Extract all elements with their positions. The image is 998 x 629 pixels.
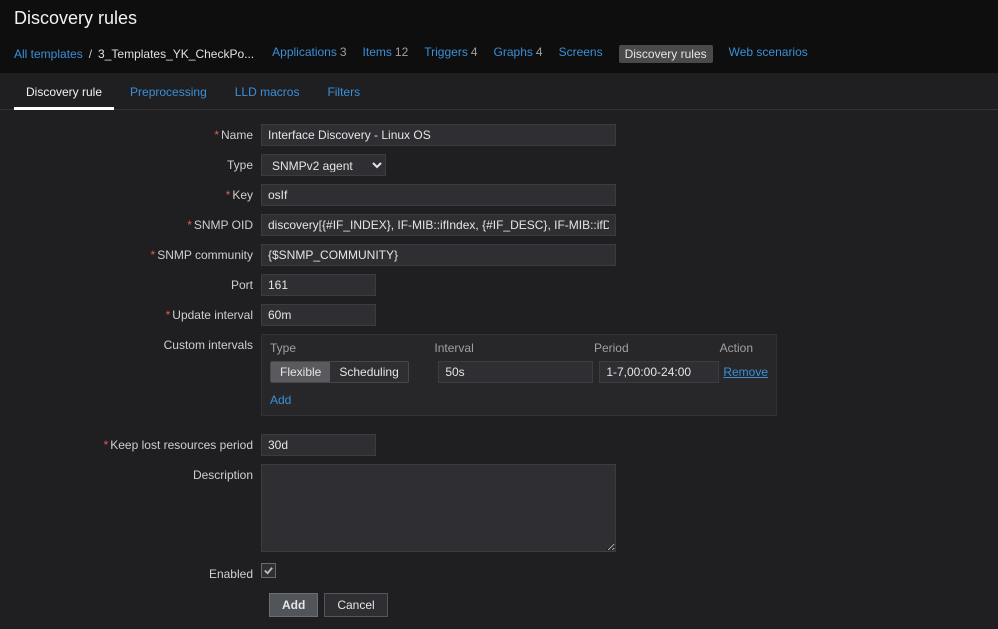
ci-row: Flexible Scheduling Remove bbox=[262, 359, 776, 389]
description-textarea[interactable] bbox=[261, 464, 616, 552]
breadcrumb: All templates / 3_Templates_YK_CheckPo..… bbox=[0, 39, 998, 73]
tab-preprocessing[interactable]: Preprocessing bbox=[118, 77, 219, 109]
label-enabled: Enabled bbox=[24, 563, 261, 581]
add-button[interactable]: Add bbox=[269, 593, 318, 617]
custom-intervals-box: Type Interval Period Action Flexible Sch… bbox=[261, 334, 777, 416]
cancel-button[interactable]: Cancel bbox=[324, 593, 387, 617]
label-snmp-oid: *SNMP OID bbox=[24, 214, 261, 232]
ci-remove-link[interactable]: Remove bbox=[723, 365, 768, 379]
label-name: *Name bbox=[24, 124, 261, 142]
ci-flexible-button[interactable]: Flexible bbox=[271, 362, 330, 382]
tabs: Discovery rule Preprocessing LLD macros … bbox=[0, 73, 998, 110]
label-type: Type bbox=[24, 154, 261, 172]
ci-head-interval: Interval bbox=[434, 341, 594, 355]
nav-graphs[interactable]: Graphs4 bbox=[494, 45, 543, 63]
ci-head-type: Type bbox=[270, 341, 434, 355]
ci-add-link[interactable]: Add bbox=[262, 389, 299, 415]
tab-filters[interactable]: Filters bbox=[315, 77, 372, 109]
ci-interval-input[interactable] bbox=[438, 361, 593, 383]
port-input[interactable] bbox=[261, 274, 376, 296]
tab-discovery-rule[interactable]: Discovery rule bbox=[14, 77, 114, 110]
ci-head-period: Period bbox=[594, 341, 720, 355]
name-input[interactable] bbox=[261, 124, 616, 146]
ci-type-segment: Flexible Scheduling bbox=[270, 361, 409, 383]
nav-triggers[interactable]: Triggers4 bbox=[424, 45, 477, 63]
breadcrumb-sep: / bbox=[89, 47, 92, 61]
label-description: Description bbox=[24, 464, 261, 482]
nav-web-scenarios[interactable]: Web scenarios bbox=[729, 45, 808, 63]
type-select[interactable]: SNMPv2 agent bbox=[261, 154, 386, 176]
breadcrumb-current: 3_Templates_YK_CheckPo... bbox=[98, 47, 254, 61]
nav-discovery-rules: Discovery rules bbox=[619, 45, 713, 63]
form: *Name Type SNMPv2 agent *Key *SNMP OID *… bbox=[0, 110, 998, 617]
update-interval-input[interactable] bbox=[261, 304, 376, 326]
keep-lost-input[interactable] bbox=[261, 434, 376, 456]
nav-screens[interactable]: Screens bbox=[559, 45, 603, 63]
nav-applications[interactable]: Applications3 bbox=[272, 45, 346, 63]
label-port: Port bbox=[24, 274, 261, 292]
label-snmp-community: *SNMP community bbox=[24, 244, 261, 262]
ci-head-action: Action bbox=[720, 341, 768, 355]
ci-period-input[interactable] bbox=[599, 361, 719, 383]
label-key: *Key bbox=[24, 184, 261, 202]
check-icon bbox=[263, 565, 274, 576]
snmp-community-input[interactable] bbox=[261, 244, 616, 266]
page-title: Discovery rules bbox=[0, 0, 998, 39]
snmp-oid-input[interactable] bbox=[261, 214, 616, 236]
ci-scheduling-button[interactable]: Scheduling bbox=[330, 362, 407, 382]
nav-chips: Applications3 Items12 Triggers4 Graphs4 … bbox=[272, 45, 808, 63]
breadcrumb-all-templates[interactable]: All templates bbox=[14, 47, 83, 61]
key-input[interactable] bbox=[261, 184, 616, 206]
tab-lld-macros[interactable]: LLD macros bbox=[223, 77, 312, 109]
label-update-interval: *Update interval bbox=[24, 304, 261, 322]
nav-items[interactable]: Items12 bbox=[363, 45, 409, 63]
enabled-checkbox[interactable] bbox=[261, 563, 276, 578]
label-custom-intervals: Custom intervals bbox=[24, 334, 261, 352]
label-keep-lost: *Keep lost resources period bbox=[24, 434, 261, 452]
